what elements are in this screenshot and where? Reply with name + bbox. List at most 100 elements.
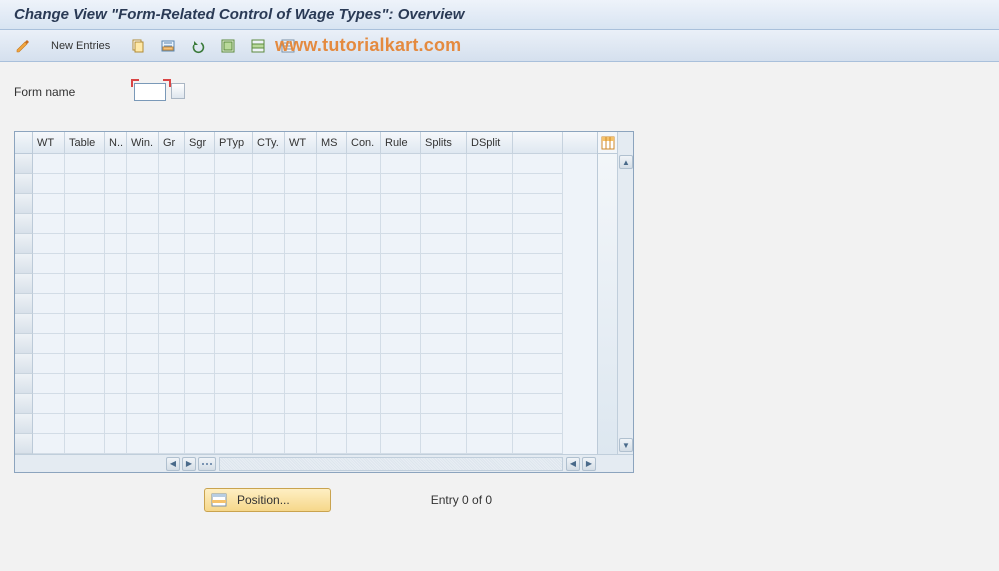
row-selector[interactable]	[15, 254, 33, 274]
column-header[interactable]: Win.	[127, 132, 159, 153]
table-cell[interactable]	[347, 354, 381, 374]
toggle-display-change-button[interactable]	[10, 35, 36, 57]
table-cell[interactable]	[347, 154, 381, 174]
table-cell[interactable]	[33, 394, 65, 414]
table-cell[interactable]	[347, 214, 381, 234]
table-cell[interactable]	[185, 274, 215, 294]
scroll-up-button[interactable]: ▲	[619, 155, 633, 169]
table-cell[interactable]	[65, 214, 105, 234]
table-cell[interactable]	[317, 194, 347, 214]
table-cell[interactable]	[317, 414, 347, 434]
table-cell[interactable]	[185, 154, 215, 174]
table-cell[interactable]	[127, 394, 159, 414]
table-cell[interactable]	[65, 434, 105, 454]
table-cell[interactable]	[185, 394, 215, 414]
table-cell[interactable]	[215, 334, 253, 354]
table-cell[interactable]	[421, 334, 467, 354]
table-cell[interactable]	[317, 274, 347, 294]
row-selector[interactable]	[15, 274, 33, 294]
table-cell[interactable]	[285, 214, 317, 234]
table-cell[interactable]	[381, 334, 421, 354]
table-cell[interactable]	[467, 174, 513, 194]
undo-change-button[interactable]	[185, 35, 211, 57]
table-cell[interactable]	[285, 394, 317, 414]
table-cell[interactable]	[215, 274, 253, 294]
table-cell[interactable]	[253, 334, 285, 354]
row-selector[interactable]	[15, 434, 33, 454]
table-cell[interactable]	[159, 434, 185, 454]
table-cell[interactable]	[159, 414, 185, 434]
table-cell[interactable]	[185, 174, 215, 194]
table-cell[interactable]	[127, 434, 159, 454]
column-header[interactable]: Splits	[421, 132, 467, 153]
table-cell[interactable]	[381, 194, 421, 214]
table-cell[interactable]	[421, 294, 467, 314]
table-cell[interactable]	[317, 374, 347, 394]
table-cell[interactable]	[381, 374, 421, 394]
table-cell[interactable]	[105, 154, 127, 174]
table-cell[interactable]	[159, 394, 185, 414]
table-cell[interactable]	[65, 254, 105, 274]
table-cell[interactable]	[105, 174, 127, 194]
scroll-right-button[interactable]: ▶	[182, 457, 196, 471]
table-cell[interactable]	[33, 414, 65, 434]
table-cell[interactable]	[127, 214, 159, 234]
table-cell[interactable]	[215, 314, 253, 334]
column-header[interactable]: WT	[285, 132, 317, 153]
table-cell[interactable]	[347, 394, 381, 414]
table-cell[interactable]	[105, 234, 127, 254]
column-header[interactable]: Con.	[347, 132, 381, 153]
table-cell[interactable]	[347, 194, 381, 214]
table-cell[interactable]	[285, 254, 317, 274]
table-cell[interactable]	[381, 174, 421, 194]
table-cell[interactable]	[421, 274, 467, 294]
row-selector[interactable]	[15, 234, 33, 254]
scroll-right-end-button[interactable]: ▶	[582, 457, 596, 471]
table-cell[interactable]	[467, 154, 513, 174]
table-cell[interactable]	[285, 294, 317, 314]
table-cell[interactable]	[159, 314, 185, 334]
table-cell[interactable]	[33, 174, 65, 194]
table-cell[interactable]	[33, 214, 65, 234]
table-cell[interactable]	[33, 434, 65, 454]
table-cell[interactable]	[185, 334, 215, 354]
table-cell[interactable]	[105, 334, 127, 354]
column-header[interactable]: Table	[65, 132, 105, 153]
table-cell[interactable]	[467, 214, 513, 234]
table-cell[interactable]	[215, 394, 253, 414]
table-cell[interactable]	[317, 154, 347, 174]
table-cell[interactable]	[185, 214, 215, 234]
table-cell[interactable]	[467, 294, 513, 314]
table-cell[interactable]	[421, 314, 467, 334]
table-cell[interactable]	[467, 234, 513, 254]
table-cell[interactable]	[33, 194, 65, 214]
table-cell[interactable]	[253, 294, 285, 314]
table-cell[interactable]	[317, 294, 347, 314]
table-cell[interactable]	[215, 174, 253, 194]
table-cell[interactable]	[347, 234, 381, 254]
table-cell[interactable]	[185, 414, 215, 434]
table-cell[interactable]	[467, 374, 513, 394]
table-cell[interactable]	[317, 254, 347, 274]
row-selector[interactable]	[15, 354, 33, 374]
table-cell[interactable]	[127, 354, 159, 374]
table-cell[interactable]	[127, 194, 159, 214]
table-cell[interactable]	[65, 354, 105, 374]
table-cell[interactable]	[467, 194, 513, 214]
table-cell[interactable]	[215, 194, 253, 214]
table-cell[interactable]	[159, 374, 185, 394]
select-block-button[interactable]	[245, 35, 271, 57]
table-cell[interactable]	[105, 374, 127, 394]
table-cell[interactable]	[381, 234, 421, 254]
table-cell[interactable]	[185, 254, 215, 274]
table-cell[interactable]	[127, 154, 159, 174]
table-cell[interactable]	[421, 254, 467, 274]
table-cell[interactable]	[467, 274, 513, 294]
table-cell[interactable]	[285, 414, 317, 434]
table-cell[interactable]	[347, 314, 381, 334]
table-cell[interactable]	[285, 434, 317, 454]
table-cell[interactable]	[33, 294, 65, 314]
table-cell[interactable]	[105, 314, 127, 334]
table-cell[interactable]	[421, 214, 467, 234]
table-cell[interactable]	[185, 374, 215, 394]
